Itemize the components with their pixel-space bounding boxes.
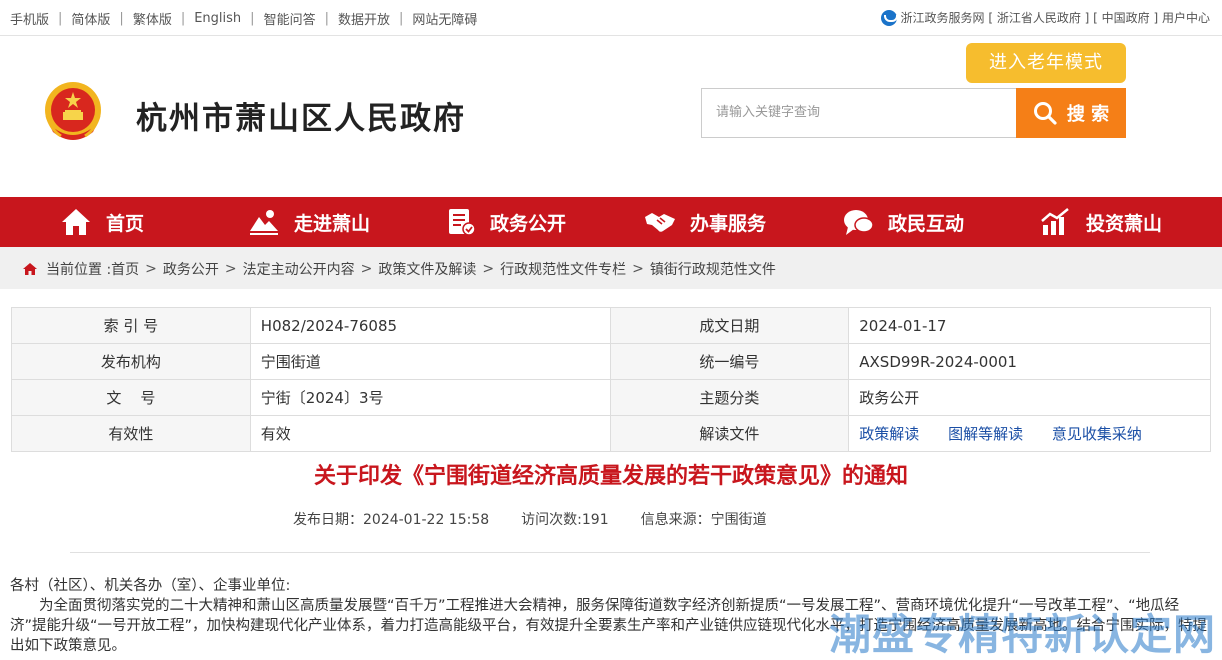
national-emblem-logo [45,82,101,140]
breadcrumb-prefix: 当前位置 : [46,262,112,278]
nav-label: 首页 [106,212,145,235]
breadcrumb-legal-content[interactable]: 法定主动公开内容 [243,259,355,279]
nav-item-interaction[interactable]: 政民互动 [842,197,964,247]
link-english[interactable]: English [194,11,241,26]
breadcrumb-home[interactable]: 首页 [111,259,139,279]
link-user-center[interactable]: 用户中心 [1162,9,1210,26]
home-small-icon [23,263,37,275]
info-value: 政务公开 [848,379,1211,416]
info-key: 文 号 [11,379,251,416]
link-smart-qa[interactable]: 智能问答 [264,9,316,28]
nav-item-investment[interactable]: 投资萧山 [1040,197,1162,247]
interpretation-links: 政策解读 图解等解读 意见收集采纳 [848,415,1211,452]
link-simplified[interactable]: 简体版 [71,9,110,28]
info-value: 宁街〔2024〕3号 [249,379,611,416]
info-key: 发布机构 [11,343,251,380]
link-zj-service[interactable]: 浙江政务服务网 [901,9,985,26]
salutation: 各村（社区）、机关各办（室）、企事业单位: [10,578,291,594]
table-row: 索 引 号 H082/2024-76085 成文日期 2024-01-17 [11,307,1211,344]
table-row: 有效性 有效 解读文件 政策解读 图解等解读 意见收集采纳 [11,415,1211,452]
search-button-label: 搜 索 [1066,104,1110,125]
link-opinion-adoption[interactable]: 意见收集采纳 [1052,425,1142,443]
info-key: 成文日期 [609,307,850,344]
info-key: 主题分类 [609,379,850,416]
document-info-table: 索 引 号 H082/2024-76085 成文日期 2024-01-17 发布… [11,307,1211,452]
article-title: 关于印发《宁围街道经济高质量发展的若干政策意见》的通知 [313,464,908,489]
link-graphic-interpretation[interactable]: 图解等解读 [948,425,1023,443]
main-nav: 首页 走进萧山 政务公开 办事服务 政民互动 投资萧山 [0,197,1222,247]
info-key: 解读文件 [609,415,850,452]
breadcrumb-normative-column[interactable]: 行政规范性文件专栏 [500,259,626,279]
search-icon [1033,102,1057,125]
document-icon [449,209,476,236]
elder-mode-button[interactable]: 进入老年模式 [966,43,1126,83]
link-mobile[interactable]: 手机版 [10,9,49,28]
site-header: 杭州市萧山区人民政府 进入老年模式 请输入关键字查询 搜 索 [0,37,1222,197]
visit-count: 访问次数:191 [521,512,609,528]
nav-label: 政务公开 [490,212,567,235]
link-open-data[interactable]: 数据开放 [338,9,390,28]
article-meta: 发布日期：2024-01-22 15:58 访问次数:191 信息来源：宁围街道 [293,509,799,529]
info-value: 有效 [249,415,611,452]
link-policy-interpretation[interactable]: 政策解读 [859,425,919,443]
nav-item-services[interactable]: 办事服务 [644,197,766,247]
info-value: H082/2024-76085 [249,307,611,344]
search-input[interactable]: 请输入关键字查询 [701,88,1017,138]
breadcrumb-policy-docs[interactable]: 政策文件及解读 [378,259,476,279]
chat-icon [844,210,874,235]
zhejiang-service-icon [880,9,898,26]
info-key: 索 引 号 [11,307,251,344]
nav-label: 政民互动 [888,212,965,235]
top-right-links: 浙江政务服务网 [ 浙江省人民政府 ] [ 中国政府 ] 用户中心 [880,9,1210,26]
breadcrumb-gov-affairs[interactable]: 政务公开 [163,259,219,279]
info-source: 信息来源：宁围街道 [640,512,767,528]
info-key: 统一编号 [609,343,850,380]
handshake-icon [645,213,675,232]
link-traditional[interactable]: 繁体版 [133,9,172,28]
link-zj-gov[interactable]: 浙江省人民政府 [997,9,1081,26]
home-icon [62,209,90,235]
landscape-icon [250,210,278,235]
watermark-text: 潮盛专精特新认定网 [828,610,1216,659]
nav-label: 办事服务 [690,212,767,235]
top-utility-bar: 手机版 | 简体版 | 繁体版 | English | 智能问答 | 数据开放 | 网站无障… [0,0,1222,36]
nav-label: 走进萧山 [294,212,371,235]
link-china-gov[interactable]: 中国政府 [1102,9,1150,26]
publish-date: 发布日期：2024-01-22 15:58 [293,512,490,528]
table-row: 发布机构 宁围街道 统一编号 AXSD99R-2024-0001 [11,343,1211,380]
info-key: 有效性 [11,415,251,452]
info-value: AXSD99R-2024-0001 [848,343,1211,380]
nav-item-about[interactable]: 走进萧山 [248,197,370,247]
link-accessibility[interactable]: 网站无障碍 [412,9,477,28]
breadcrumb-town-docs[interactable]: 镇街行政规范性文件 [650,259,776,279]
search-button[interactable]: 搜 索 [1016,88,1126,138]
breadcrumb-bar: 当前位置 : 首页 > 政务公开 > 法定主动公开内容 > 政策文件及解读 > 行政规范… [0,247,1222,289]
nav-label: 投资萧山 [1086,212,1163,235]
top-links: 手机版 | 简体版 | 繁体版 | English | 智能问答 | 数据开放 | 网站无障… [10,9,478,28]
table-row: 文 号 宁街〔2024〕3号 主题分类 政务公开 [11,379,1211,416]
breadcrumb: 当前位置 : 首页 > 政务公开 > 法定主动公开内容 > 政策文件及解读 > 行政规范… [22,259,776,279]
nav-item-gov-affairs[interactable]: 政务公开 [446,197,566,247]
divider [70,552,1150,553]
chart-icon [1041,208,1069,235]
nav-item-home[interactable]: 首页 [60,197,144,247]
info-value: 2024-01-17 [848,307,1211,344]
info-value: 宁围街道 [249,343,611,380]
site-title: 杭州市萧山区人民政府 [136,101,466,137]
